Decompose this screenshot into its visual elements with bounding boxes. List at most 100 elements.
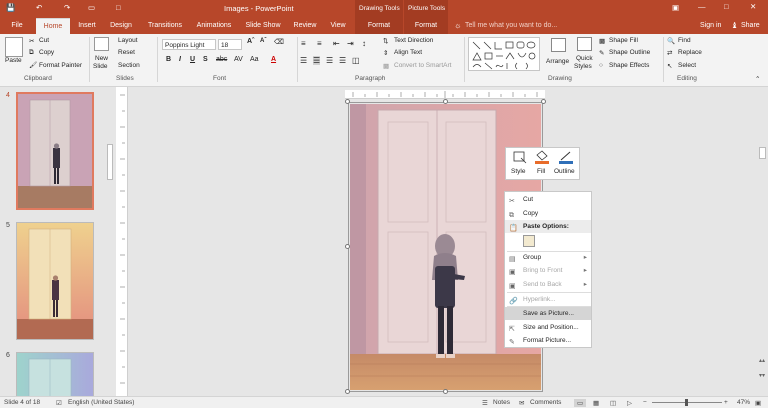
zoom-level[interactable]: 47%	[737, 399, 750, 406]
present-icon[interactable]: ▭	[88, 3, 95, 12]
spell-check-icon[interactable]: ☑	[56, 399, 62, 407]
italic-icon[interactable]: I	[179, 56, 181, 63]
tell-me-input[interactable]: Tell me what you want to do...	[465, 22, 557, 29]
shape-outline-button[interactable]: Shape Outline	[609, 49, 650, 56]
find-button[interactable]: Find	[678, 37, 691, 44]
new-slide-button-line2[interactable]: Slide	[93, 63, 107, 70]
close-icon[interactable]: ✕	[750, 2, 756, 11]
copy-button[interactable]: Copy	[39, 49, 54, 56]
paste-button[interactable]: Paste	[5, 57, 22, 64]
shadow-icon[interactable]: S	[203, 56, 208, 63]
justify-icon[interactable]: ☰	[339, 56, 346, 65]
menu-item-size-position[interactable]: ⇱ Size and Position...	[505, 321, 591, 334]
bold-icon[interactable]: B	[166, 56, 171, 63]
redo-icon[interactable]: ↷	[64, 3, 70, 12]
undo-icon[interactable]: ↶	[36, 3, 42, 12]
tab-animations[interactable]: Animations	[192, 18, 236, 34]
text-direction-button[interactable]: Text Direction	[394, 37, 433, 44]
shape-fill-button[interactable]: Shape Fill	[609, 37, 638, 44]
convert-smartart-button[interactable]: Convert to SmartArt	[394, 62, 451, 69]
comments-button[interactable]: Comments	[530, 399, 561, 406]
quick-styles-button-line2[interactable]: Styles	[574, 63, 592, 70]
menu-item-copy[interactable]: ⧉ Copy	[505, 207, 591, 220]
save-icon[interactable]: 💾	[6, 3, 15, 12]
tab-insert[interactable]: Insert	[73, 18, 101, 34]
char-spacing-icon[interactable]: AV	[234, 56, 243, 63]
font-size-select[interactable]: 18	[218, 39, 242, 50]
tab-view[interactable]: View	[326, 18, 350, 34]
share-button[interactable]: Share	[741, 22, 760, 29]
numbering-icon[interactable]: ≡	[317, 39, 322, 48]
tab-drawing-format[interactable]: Format	[355, 18, 403, 34]
shape-effects-button[interactable]: Shape Effects	[609, 62, 649, 69]
section-button[interactable]: Section	[118, 62, 140, 69]
menu-item-send-to-back[interactable]: ▣ Send to Back ▸	[505, 278, 591, 291]
thumbnail-scrollbar[interactable]	[107, 144, 113, 180]
tab-design[interactable]: Design	[106, 18, 136, 34]
layout-button[interactable]: Layout	[118, 37, 138, 44]
menu-item-bring-to-front[interactable]: ▣ Bring to Front ▸	[505, 264, 591, 277]
tab-home[interactable]: Home	[36, 18, 70, 34]
align-left-icon[interactable]: ☰	[300, 56, 307, 65]
select-button[interactable]: Select	[678, 62, 696, 69]
slide-thumbnail-5[interactable]	[16, 222, 94, 340]
ribbon-options-icon[interactable]: ▣	[672, 3, 679, 12]
strikethrough-icon[interactable]: abc	[216, 56, 227, 63]
cut-button[interactable]: Cut	[39, 37, 49, 44]
align-right-icon[interactable]: ☰	[326, 56, 333, 65]
slide-sorter-icon[interactable]: ▦	[593, 399, 599, 407]
notes-button[interactable]: Notes	[493, 399, 510, 406]
menu-item-format-picture[interactable]: ✎ Format Picture...	[505, 334, 591, 347]
vertical-scrollbar[interactable]: ▴▴ ▾▾	[757, 87, 768, 396]
menu-item-cut[interactable]: ✂ Cut	[505, 193, 591, 206]
quick-styles-icon[interactable]	[577, 37, 592, 51]
arrange-button[interactable]: Arrange	[546, 58, 569, 65]
new-slide-button[interactable]: New	[95, 55, 108, 62]
outline-icon[interactable]	[558, 150, 574, 164]
font-color-icon[interactable]: A	[271, 56, 276, 63]
resize-handle[interactable]	[345, 99, 350, 104]
fill-button[interactable]: Fill	[537, 168, 545, 175]
scroll-thumb[interactable]	[759, 147, 766, 159]
zoom-out-icon[interactable]: −	[643, 399, 647, 406]
font-name-select[interactable]: Poppins Light	[162, 39, 216, 50]
shapes-gallery[interactable]	[468, 37, 540, 71]
menu-item-group[interactable]: ▤ Group ▸	[505, 251, 591, 264]
increase-indent-icon[interactable]: ⇥	[347, 39, 354, 48]
tab-picture-format[interactable]: Format	[404, 18, 448, 34]
zoom-in-icon[interactable]: +	[724, 399, 728, 406]
tab-file[interactable]: File	[4, 18, 30, 34]
tab-slide-show[interactable]: Slide Show	[241, 18, 285, 34]
grow-font-icon[interactable]: Aˆ	[247, 38, 254, 45]
reading-view-icon[interactable]: ◫	[610, 399, 616, 407]
decrease-indent-icon[interactable]: ⇤	[333, 39, 340, 48]
previous-slide-icon[interactable]: ▴▴	[759, 357, 765, 364]
replace-button[interactable]: Replace	[678, 49, 702, 56]
resize-handle[interactable]	[541, 99, 546, 104]
zoom-slider-thumb[interactable]	[685, 399, 688, 406]
maximize-icon[interactable]: □	[724, 2, 729, 11]
fill-icon[interactable]	[534, 150, 550, 164]
bullets-icon[interactable]: ≡	[301, 39, 306, 48]
columns-icon[interactable]: ◫	[352, 56, 360, 65]
language-label[interactable]: English (United States)	[68, 399, 134, 406]
fit-slide-icon[interactable]: ▣	[755, 399, 761, 407]
align-center-icon[interactable]: ☰	[313, 56, 321, 65]
normal-view-icon[interactable]: ▭	[574, 399, 587, 407]
style-button[interactable]: Style	[511, 168, 525, 175]
sign-in-link[interactable]: Sign in	[700, 22, 721, 29]
style-icon[interactable]	[512, 150, 528, 164]
share-icon[interactable]: ♝	[731, 21, 738, 30]
reset-button[interactable]: Reset	[118, 49, 135, 56]
underline-icon[interactable]: U	[190, 56, 195, 63]
menu-item-save-as-picture[interactable]: Save as Picture...	[505, 307, 591, 320]
arrange-icon[interactable]	[551, 38, 566, 52]
tab-transitions[interactable]: Transitions	[143, 18, 187, 34]
resize-handle[interactable]	[443, 99, 448, 104]
next-slide-icon[interactable]: ▾▾	[759, 372, 765, 379]
format-painter-button[interactable]: Format Painter	[39, 62, 82, 69]
resize-handle[interactable]	[345, 244, 350, 249]
minimize-icon[interactable]: —	[698, 2, 706, 11]
line-spacing-icon[interactable]: ↕	[362, 39, 366, 48]
resize-handle[interactable]	[443, 389, 448, 394]
